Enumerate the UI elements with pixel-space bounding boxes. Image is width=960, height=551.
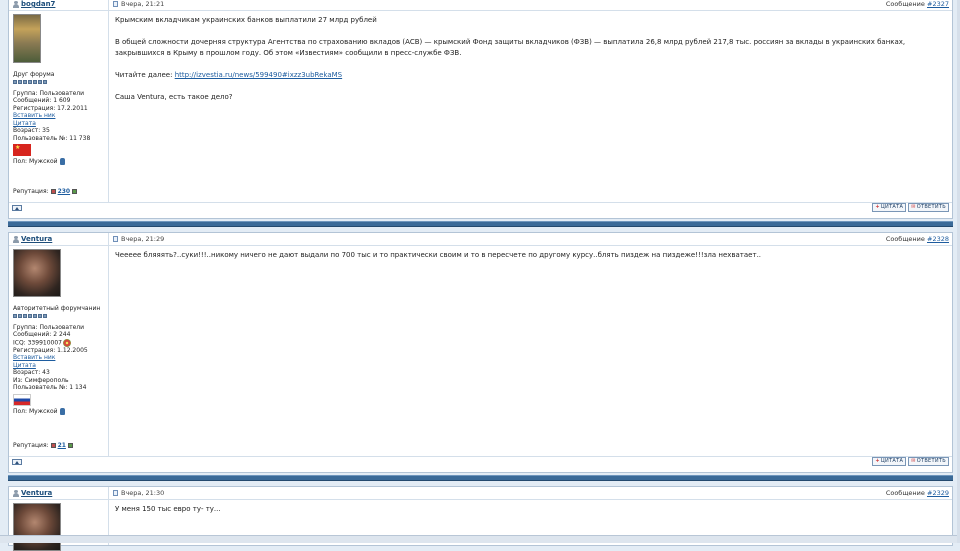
- reply-button[interactable]: ✉ОТВЕТИТЬ: [908, 203, 949, 212]
- quote-button[interactable]: +ЦИТАТА: [872, 203, 907, 212]
- post-icon: [113, 1, 118, 7]
- insert-nick-link[interactable]: Вставить ник: [13, 112, 108, 120]
- message-link[interactable]: #2328: [927, 235, 949, 243]
- user-age: Возраст: 35: [13, 127, 50, 134]
- reputation-value[interactable]: 21: [58, 442, 66, 450]
- post-date: Вчера, 21:30: [121, 489, 165, 497]
- reputation-value[interactable]: 230: [58, 188, 71, 196]
- quote-link[interactable]: Цитата: [13, 120, 108, 128]
- post-icon: [113, 490, 118, 496]
- message-link[interactable]: #2329: [927, 489, 949, 497]
- post-footer: +ЦИТАТА ✉ОТВЕТИТЬ: [9, 456, 952, 466]
- avatar: [13, 14, 41, 63]
- post-header: bogdan7 Вчера, 21:21 Сообщение #2327: [9, 0, 952, 11]
- rep-minus-icon[interactable]: [50, 443, 56, 449]
- author-nick[interactable]: bogdan7: [21, 0, 55, 8]
- user-icon: [13, 0, 19, 8]
- post-date: Вчера, 21:29: [121, 235, 165, 243]
- message-number: Сообщение #2327: [885, 0, 949, 8]
- user-group: Группа: Пользователи: [13, 89, 85, 97]
- user-info-panel: Авторитетный форумчанин Группа: Пользова…: [9, 246, 109, 456]
- russia-flag-icon: [13, 393, 31, 406]
- message-link[interactable]: #2327: [927, 0, 949, 8]
- scroll-top-icon[interactable]: [12, 204, 22, 211]
- post-icon: [113, 236, 118, 242]
- reputation: Репутация: 21: [13, 442, 73, 450]
- user-registered: Регистрация: 17.2.2011: [13, 104, 88, 112]
- forum-post: bogdan7 Вчера, 21:21 Сообщение #2327 Дру…: [8, 0, 953, 219]
- rep-minus-icon[interactable]: [50, 189, 56, 195]
- post-separator: [8, 475, 953, 481]
- message-number: Сообщение #2329: [885, 489, 949, 497]
- post-separator: [8, 221, 953, 227]
- rep-plus-icon[interactable]: [67, 443, 73, 449]
- avatar: [13, 249, 61, 297]
- forum-post: Ventura Вчера, 21:29 Сообщение #2328 Авт…: [8, 232, 953, 473]
- user-registered: Регистрация: 1.12.2005: [13, 346, 88, 354]
- user-number: Пользователь №: 11 738: [13, 134, 91, 142]
- post-header: Ventura Вчера, 21:29 Сообщение #2328: [9, 233, 952, 246]
- user-gender: Пол: Мужской: [13, 158, 108, 166]
- user-icq: ICQ: 339910007: [13, 338, 108, 347]
- user-group: Группа: Пользователи: [13, 323, 85, 331]
- user-icon: [13, 235, 19, 243]
- quote-link[interactable]: Цитата: [13, 362, 108, 370]
- reputation: Репутация: 230: [13, 188, 78, 196]
- reply-button[interactable]: ✉ОТВЕТИТЬ: [908, 457, 949, 466]
- post-header: Ventura Вчера, 21:30 Сообщение #2329: [9, 487, 952, 500]
- post-content: Крымским вкладчикам украинских банков вы…: [115, 16, 906, 101]
- message-number: Сообщение #2328: [885, 235, 949, 243]
- male-icon: [59, 407, 65, 415]
- post-date: Вчера, 21:21: [121, 0, 165, 8]
- user-messages: Сообщений: 1 609: [13, 97, 71, 104]
- rep-plus-icon[interactable]: [72, 189, 78, 195]
- user-messages: Сообщений: 2 244: [13, 331, 71, 338]
- scroll-top-icon[interactable]: [12, 458, 22, 465]
- quote-button[interactable]: +ЦИТАТА: [872, 457, 907, 466]
- author-nick[interactable]: Ventura: [21, 235, 52, 243]
- rank-pips: [13, 313, 108, 318]
- user-title: Друг форума: [13, 71, 55, 78]
- post-content: Чеееее бляяять?..суки!!!..никому ничего …: [115, 251, 762, 259]
- user-gender: Пол: Мужской: [13, 407, 108, 416]
- author-nick[interactable]: Ventura: [21, 489, 52, 497]
- china-flag-icon: [13, 144, 31, 156]
- avatar: [13, 503, 61, 551]
- icq-icon[interactable]: [62, 338, 71, 347]
- user-title: Авторитетный форумчанин: [13, 305, 101, 312]
- insert-nick-link[interactable]: Вставить ник: [13, 354, 108, 362]
- male-icon: [59, 158, 65, 165]
- horizontal-scrollbar[interactable]: [0, 535, 960, 543]
- user-age: Возраст: 43: [13, 369, 50, 376]
- article-link[interactable]: http://izvestia.ru/news/599490#ixzz3ubRe…: [175, 71, 342, 79]
- user-number: Пользователь №: 1 134: [13, 384, 87, 391]
- user-location: Из: Симферополь: [13, 376, 69, 384]
- user-icon: [13, 489, 19, 497]
- rank-pips: [13, 79, 108, 84]
- user-info-panel: Друг форума Группа: Пользователи Сообщен…: [9, 11, 109, 202]
- post-footer: +ЦИТАТА ✉ОТВЕТИТЬ: [9, 202, 952, 212]
